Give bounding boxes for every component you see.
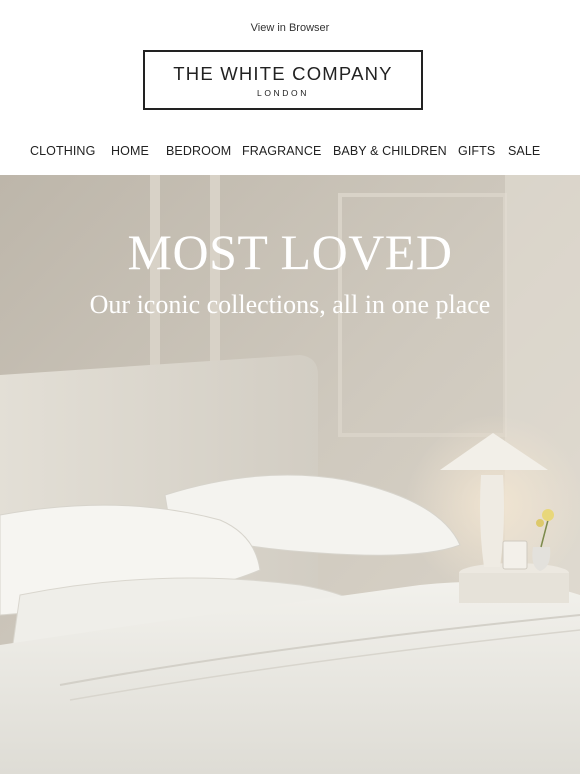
view-in-browser-link[interactable]: View in Browser <box>0 22 580 34</box>
logo-subtitle: LONDON <box>257 88 309 98</box>
brand-logo[interactable]: THE WHITE COMPANY LONDON <box>143 50 423 110</box>
nav-item-sale[interactable]: SALE <box>508 144 540 158</box>
hero-banner[interactable]: MOST LOVED Our iconic collections, all i… <box>0 175 580 774</box>
nav-item-baby-children[interactable]: BABY & CHILDREN <box>333 144 447 158</box>
nav-item-home[interactable]: HOME <box>111 144 149 158</box>
logo-title: THE WHITE COMPANY <box>173 63 393 84</box>
nav-item-clothing[interactable]: CLOTHING <box>30 144 95 158</box>
hero-subtitle: Our iconic collections, all in one place <box>89 290 491 319</box>
nav-item-gifts[interactable]: GIFTS <box>458 144 495 158</box>
hero-title: MOST LOVED <box>127 224 453 280</box>
nav-item-bedroom[interactable]: BEDROOM <box>166 144 231 158</box>
main-navigation: CLOTHING HOME BEDROOM FRAGRANCE BABY & C… <box>0 144 580 164</box>
nav-item-fragrance[interactable]: FRAGRANCE <box>242 144 321 158</box>
